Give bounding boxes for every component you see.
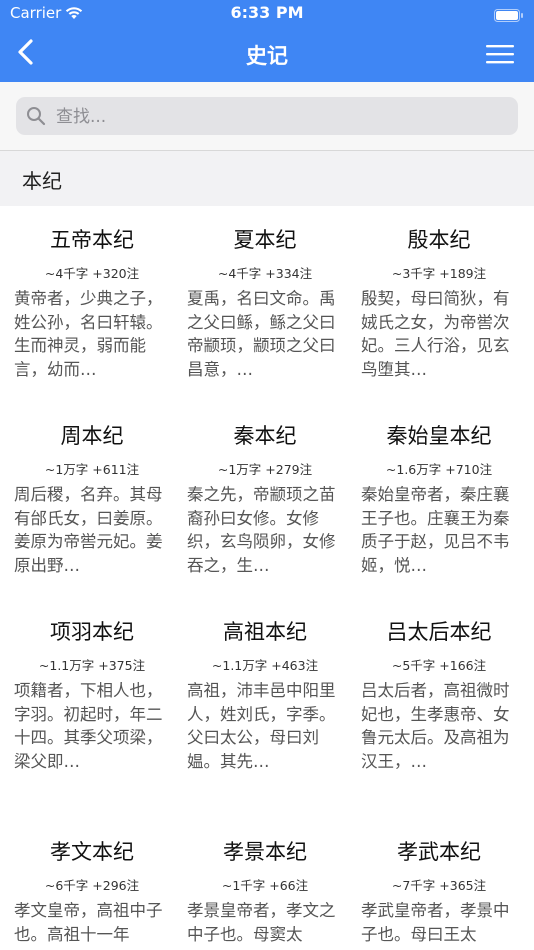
search-box[interactable] — [16, 97, 518, 135]
chapter-meta: ~5千字 +166注 — [391, 658, 487, 673]
chapter-excerpt: 殷契，母曰简狄，有娀氏之女，为帝喾次妃。三人行浴，见玄鸟堕其… — [361, 289, 510, 379]
chapter-card[interactable]: 孝景本纪 ~1千字 +66注 孝景皇帝者，孝文之中子也。母窦太 — [187, 819, 357, 950]
chapter-title: 秦始皇本纪 — [386, 424, 492, 448]
chapter-meta: ~3千字 +189注 — [391, 266, 487, 281]
chapter-meta: ~4千字 +320注 — [44, 266, 140, 281]
chapter-card[interactable]: 吕太后本纪 ~5千字 +166注 吕太后者，高祖微时妃也，生孝惠帝、女鲁元太后。… — [361, 599, 531, 813]
chapter-card[interactable]: 孝武本纪 ~7千字 +365注 孝武皇帝者，孝景中子也。母曰王太 — [361, 819, 531, 950]
chapter-title: 高祖本纪 — [223, 620, 307, 644]
chapter-card[interactable]: 秦始皇本纪 ~1.6万字 +710注 秦始皇帝者，秦庄襄王子也。庄襄王为秦质子于… — [361, 403, 531, 593]
chapter-title: 夏本纪 — [233, 228, 297, 252]
status-time: 6:33 PM — [230, 3, 304, 22]
chapter-excerpt: 黄帝者，少典之子，姓公孙，名曰轩辕。生而神灵，弱而能言，幼而… — [14, 289, 163, 379]
chapter-card[interactable]: 孝文本纪 ~6千字 +296注 孝文皇帝，高祖中子也。高祖十一年 — [14, 819, 184, 950]
chapter-excerpt: 高祖，沛丰邑中阳里人，姓刘氏，字季。父曰太公，母曰刘媪。其先… — [187, 681, 336, 771]
chapter-title: 孝武本纪 — [397, 840, 481, 864]
chapter-meta: ~6千字 +296注 — [44, 878, 140, 893]
chapter-excerpt: 孝文皇帝，高祖中子也。高祖十一年 — [14, 901, 163, 944]
status-bar: Carrier 6:33 PM — [0, 0, 534, 26]
chapter-title: 五帝本纪 — [50, 228, 134, 252]
section-header: 本纪 — [0, 150, 534, 206]
menu-icon — [484, 45, 516, 70]
chapter-excerpt: 孝景皇帝者，孝文之中子也。母窦太 — [187, 901, 336, 944]
chapter-excerpt: 项籍者，下相人也，字羽。初起时，年二十四。其季父项梁，梁父即… — [14, 681, 163, 771]
chapter-card[interactable]: 秦本纪 ~1万字 +279注 秦之先，帝颛顼之苗裔孙曰女修。女修织，玄鸟陨卵，女… — [187, 403, 357, 593]
chapter-meta: ~1千字 +66注 — [221, 878, 309, 893]
chapter-title: 孝文本纪 — [50, 840, 134, 864]
chapter-title: 项羽本纪 — [50, 620, 134, 644]
section-title: 本纪 — [22, 169, 62, 193]
chapter-card[interactable]: 周本纪 ~1万字 +611注 周后稷，名弃。其母有邰氏女，曰姜原。姜原为帝喾元妃… — [14, 403, 184, 593]
chapter-meta: ~1万字 +279注 — [217, 462, 313, 477]
chapter-excerpt: 秦始皇帝者，秦庄襄王子也。庄襄王为秦质子于赵，见吕不韦姬，悦… — [361, 485, 510, 575]
chapter-excerpt: 孝武皇帝者，孝景中子也。母曰王太 — [361, 901, 510, 944]
search-input[interactable] — [54, 103, 508, 131]
chapter-excerpt: 周后稷，名弃。其母有邰氏女，曰姜原。姜原为帝喾元妃。姜原出野… — [14, 485, 163, 575]
battery-icon — [494, 7, 524, 26]
chapter-title: 周本纪 — [60, 424, 124, 448]
search-icon — [26, 106, 46, 130]
chapter-meta: ~1.1万字 +463注 — [211, 658, 319, 673]
chapter-card[interactable]: 夏本纪 ~4千字 +334注 夏禹，名曰文命。禹之父曰鲧，鲧之父曰帝颛顼，颛顼之… — [187, 207, 357, 397]
back-chevron-icon — [16, 38, 34, 70]
search-bar — [0, 82, 534, 150]
chapter-meta: ~1万字 +611注 — [44, 462, 140, 477]
chapter-title: 殷本纪 — [407, 228, 471, 252]
chapter-meta: ~7千字 +365注 — [391, 878, 487, 893]
chapter-title: 秦本纪 — [233, 424, 297, 448]
chapter-meta: ~1.1万字 +375注 — [38, 658, 146, 673]
chapter-card[interactable]: 五帝本纪 ~4千字 +320注 黄帝者，少典之子，姓公孙，名曰轩辕。生而神灵，弱… — [14, 207, 184, 397]
chapter-meta: ~4千字 +334注 — [217, 266, 313, 281]
chapter-excerpt: 夏禹，名曰文命。禹之父曰鲧，鲧之父曰帝颛顼，颛顼之父曰昌意，… — [187, 289, 336, 379]
chapter-title: 孝景本纪 — [223, 840, 307, 864]
chapter-excerpt: 吕太后者，高祖微时妃也，生孝惠帝、女鲁元太后。及高祖为汉王，… — [361, 681, 510, 771]
chapter-meta: ~1.6万字 +710注 — [385, 462, 493, 477]
chapter-card[interactable]: 高祖本纪 ~1.1万字 +463注 高祖，沛丰邑中阳里人，姓刘氏，字季。父曰太公… — [187, 599, 357, 813]
menu-button[interactable] — [484, 42, 516, 66]
chapter-card[interactable]: 项羽本纪 ~1.1万字 +375注 项籍者，下相人也，字羽。初起时，年二十四。其… — [14, 599, 184, 813]
page-title: 史记 — [246, 44, 288, 68]
chapter-excerpt: 秦之先，帝颛顼之苗裔孙曰女修。女修织，玄鸟陨卵，女修吞之，生… — [187, 485, 336, 575]
navigation-bar: 史记 — [0, 26, 534, 82]
chapter-card[interactable]: 殷本纪 ~3千字 +189注 殷契，母曰简狄，有娀氏之女，为帝喾次妃。三人行浴，… — [361, 207, 531, 397]
chapter-title: 吕太后本纪 — [386, 620, 492, 644]
back-button[interactable] — [8, 36, 42, 72]
